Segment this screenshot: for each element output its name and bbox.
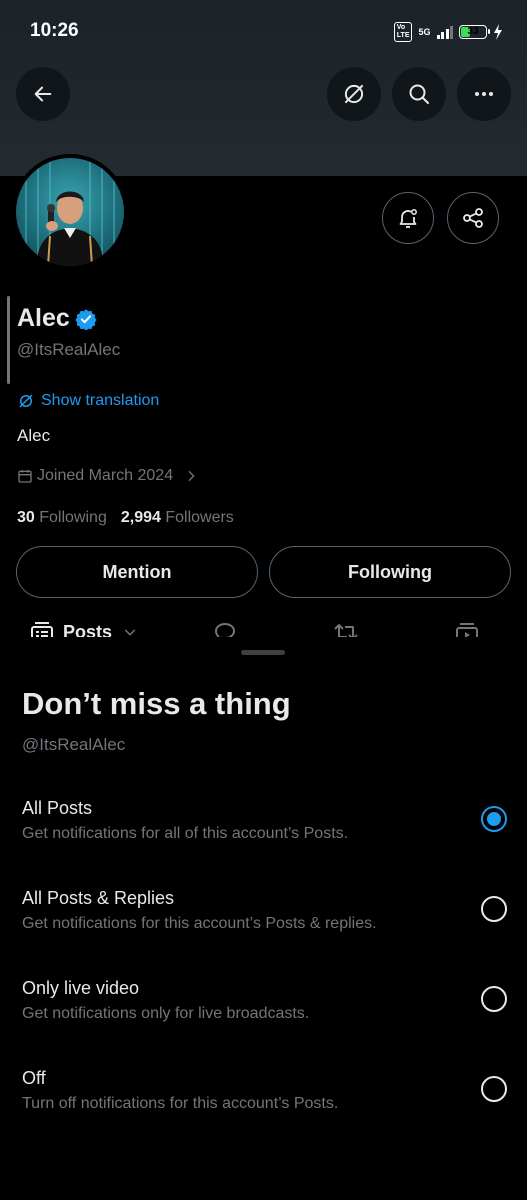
chevron-right-icon <box>188 470 195 482</box>
translate-icon <box>19 394 33 408</box>
profile-bio: Alec <box>17 426 51 445</box>
joined-date[interactable]: Joined March 2024 <box>17 467 199 485</box>
notification-settings-sheet: Don’t miss a thing @ItsRealAlec All Post… <box>0 637 527 1200</box>
translate-button[interactable] <box>327 67 381 121</box>
option-off[interactable]: Off Turn off notifications for this acco… <box>22 1068 512 1128</box>
search-icon <box>409 84 429 104</box>
status-bar: 10:26 Vo LTE 5G 33 <box>0 0 527 60</box>
followers-stat[interactable]: 2,994 Followers <box>121 509 234 527</box>
option-subtitle: Get notifications only for live broadcas… <box>22 1005 310 1022</box>
volte-icon: Vo LTE <box>393 22 413 42</box>
followers-label: Followers <box>165 509 234 526</box>
option-title: Only live video <box>22 978 140 998</box>
profile-handle: @ItsRealAlec <box>17 340 121 359</box>
avatar-photo <box>25 158 115 266</box>
follow-stats: 30 Following 2,994 Followers <box>17 509 234 527</box>
status-icons: Vo LTE 5G 33 <box>393 22 503 42</box>
battery-level: 33 <box>467 26 479 37</box>
option-posts-replies[interactable]: All Posts & Replies Get notifications fo… <box>22 888 512 948</box>
sheet-title: Don’t miss a thing <box>22 686 291 721</box>
search-button[interactable] <box>392 67 446 121</box>
profile-name: Alec <box>17 304 70 332</box>
option-all-posts[interactable]: All Posts Get notifications for all of t… <box>22 798 512 858</box>
following-label: Following <box>39 509 107 526</box>
following-button[interactable]: Following <box>269 546 511 598</box>
option-title: Off <box>22 1068 46 1088</box>
signal-icon <box>436 25 453 39</box>
sheet-drag-handle[interactable] <box>241 650 285 655</box>
option-subtitle: Get notifications for all of this accoun… <box>22 825 349 842</box>
mention-button[interactable]: Mention <box>16 546 258 598</box>
option-subtitle: Get notifications for this account’s Pos… <box>22 915 377 932</box>
bell-settings-icon <box>399 209 417 228</box>
back-button[interactable] <box>16 67 70 121</box>
radio-unselected[interactable] <box>481 1076 507 1102</box>
translate-icon <box>344 84 364 104</box>
option-title: All Posts <box>22 798 93 818</box>
show-translation-label: Show translation <box>41 392 160 409</box>
battery-icon: 33 <box>459 25 490 39</box>
show-translation-link[interactable]: Show translation <box>17 392 159 410</box>
share-icon <box>463 208 483 228</box>
more-button[interactable] <box>457 67 511 121</box>
followers-count: 2,994 <box>120 509 161 526</box>
sheet-handle: @ItsRealAlec <box>22 735 126 754</box>
more-icon <box>475 92 493 96</box>
scroll-indicator <box>7 296 10 384</box>
option-live-video[interactable]: Only live video Get notifications only f… <box>22 978 512 1038</box>
option-subtitle: Turn off notifications for this account’… <box>22 1095 339 1112</box>
avatar-image <box>16 158 124 266</box>
back-arrow-icon <box>34 86 52 102</box>
radio-unselected[interactable] <box>481 986 507 1012</box>
charging-icon <box>494 24 502 40</box>
following-count: 30 <box>17 509 35 526</box>
network-label: 5G <box>418 26 431 37</box>
option-title: All Posts & Replies <box>22 888 175 908</box>
avatar[interactable] <box>12 154 128 270</box>
notifications-button[interactable] <box>382 192 434 244</box>
share-button[interactable] <box>447 192 499 244</box>
radio-unselected[interactable] <box>481 896 507 922</box>
calendar-icon <box>18 470 32 483</box>
joined-label: Joined March 2024 <box>37 467 174 484</box>
status-time: 10:26 <box>30 20 79 41</box>
radio-selected[interactable] <box>481 806 507 832</box>
verified-badge-icon <box>75 309 97 330</box>
following-stat[interactable]: 30 Following <box>17 509 107 527</box>
